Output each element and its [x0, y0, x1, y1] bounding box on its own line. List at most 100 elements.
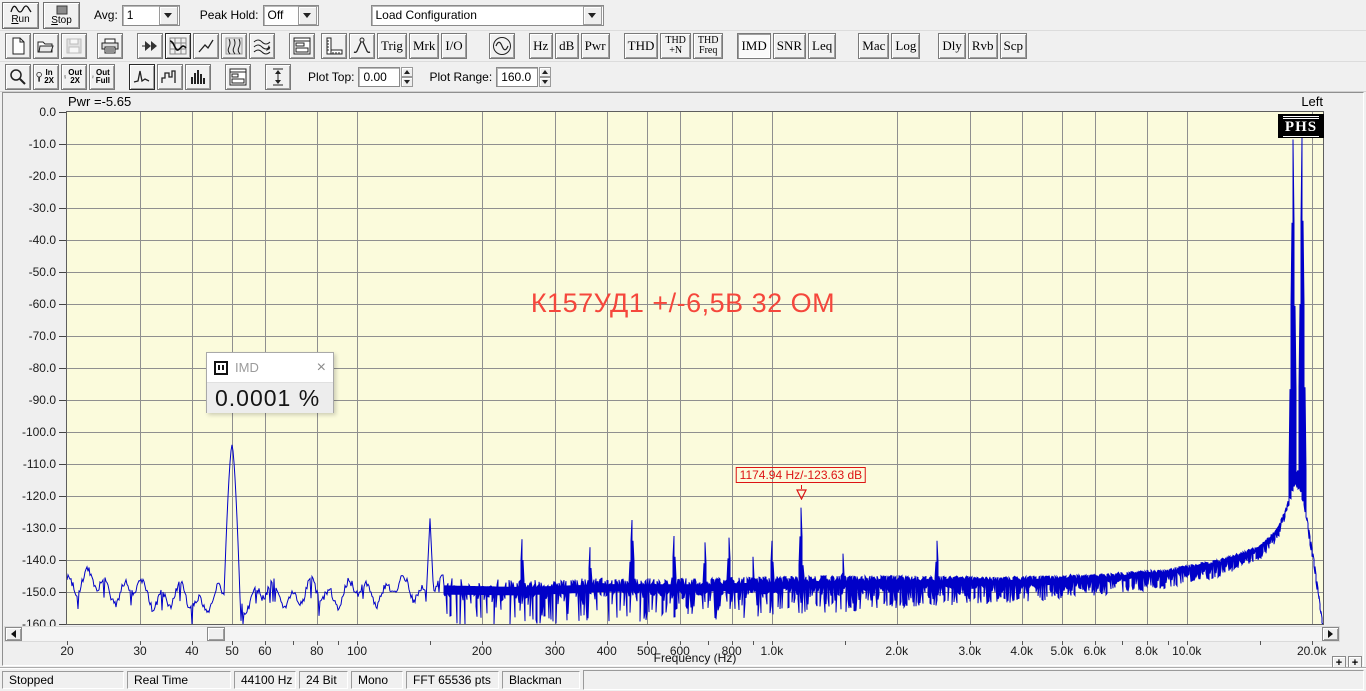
horizontal-scrollbar[interactable] [4, 626, 1340, 642]
zoom-in-2x-button[interactable]: In 2X [33, 64, 59, 90]
open-file-button[interactable] [33, 33, 59, 59]
diagonal-line-icon [197, 37, 215, 55]
db-units-button[interactable]: dB [555, 33, 579, 59]
db-label: dB [559, 38, 574, 54]
autoscale-button[interactable] [265, 64, 291, 90]
scrollbar-thumb[interactable] [207, 627, 225, 641]
analyzer-window: Run Stop Avg: 1 Peak Hold: Off Load Conf… [0, 0, 1366, 691]
zoom-out-2x-button[interactable]: Out 2X [61, 64, 87, 90]
scroll-left-button[interactable] [5, 627, 22, 641]
marker-readout[interactable]: 1174.94 Hz/-123.63 dB [736, 467, 867, 483]
load-configuration-combo[interactable]: Load Configuration [371, 5, 604, 26]
scope-button[interactable]: Scp [1000, 33, 1028, 59]
reverb-button[interactable]: Rvb [968, 33, 998, 59]
thd-n-button[interactable]: THD +N [660, 33, 691, 59]
scroll-right-button[interactable] [1322, 627, 1339, 641]
y-axis-title: dBV rms [0, 318, 1, 368]
pwr-label: Pwr [585, 38, 606, 54]
x-tick-label: 8.0k [1135, 644, 1158, 658]
imd-result-panel[interactable]: IMD × 0.0001 % [206, 352, 334, 413]
imd-button[interactable]: IMD [737, 33, 770, 59]
status-empty [583, 670, 1364, 690]
y-tick-mark [59, 464, 66, 465]
surface-plot-icon [253, 37, 271, 55]
x-axis-title: Frequency (Hz) [654, 651, 737, 665]
calibration-button[interactable] [349, 33, 375, 59]
x-tick-mark [192, 641, 193, 645]
x-minor-tick-mark [293, 641, 294, 645]
spectrogram-view-button[interactable] [221, 33, 247, 59]
time-series-view-button[interactable] [165, 33, 191, 59]
y-tick-label: -130.0 [0, 521, 56, 535]
snr-button[interactable]: SNR [773, 33, 806, 59]
zoom-out-2x-label: Out 2X [66, 69, 84, 85]
x-tick-mark [317, 641, 318, 645]
thd-button[interactable]: THD [624, 33, 659, 59]
plot-options-button[interactable] [225, 64, 251, 90]
plot-range-spinner[interactable] [539, 67, 551, 87]
bar-plot-icon [189, 69, 207, 85]
hz-units-button[interactable]: Hz [529, 33, 553, 59]
x-tick-mark [970, 641, 971, 645]
y-tick-label: -140.0 [0, 553, 56, 567]
dialog-panels-icon [293, 37, 311, 55]
avg-dropdown-icon[interactable] [159, 6, 178, 25]
new-file-button[interactable] [5, 33, 31, 59]
plot-top-label: Plot Top: [308, 70, 354, 84]
vertical-fit-icon [270, 68, 286, 86]
power-button[interactable]: Pwr [581, 33, 610, 59]
line-plot-mode-button[interactable] [129, 64, 155, 90]
y-tick-label: -70.0 [0, 329, 56, 343]
imd-panel-titlebar[interactable]: IMD × [207, 353, 333, 382]
trig-label: Trig [381, 38, 403, 54]
close-icon[interactable]: × [317, 360, 326, 376]
log-button[interactable]: Log [891, 33, 920, 59]
zoom-button[interactable] [5, 64, 31, 90]
save-floppy-icon [66, 38, 82, 54]
status-run-state: Stopped [2, 671, 124, 689]
save-button[interactable] [61, 33, 87, 59]
plot-range-input[interactable]: 160.0 [496, 67, 538, 87]
thd-freq-button[interactable]: THD Freq [693, 33, 724, 59]
hz-label: Hz [533, 38, 548, 54]
peak-hold-dropdown-icon[interactable] [298, 6, 317, 25]
y-tick-mark [59, 368, 66, 369]
x-tick-mark [265, 641, 266, 645]
y-tick-label: -120.0 [0, 489, 56, 503]
y-tick-label: -80.0 [0, 361, 56, 375]
phase-view-button[interactable] [193, 33, 219, 59]
x-tick-label: 30 [133, 644, 146, 658]
y-tick-mark [59, 112, 66, 113]
display-options-button[interactable] [289, 33, 315, 59]
x-tick-mark [897, 641, 898, 645]
plot-top-input[interactable]: 0.00 [358, 67, 400, 87]
plot-top-spinner[interactable] [401, 67, 413, 87]
run-button[interactable]: Run [2, 2, 39, 29]
step-plot-mode-button[interactable] [157, 64, 183, 90]
trigger-button[interactable]: Trig [377, 33, 407, 59]
y-tick-mark [59, 208, 66, 209]
y-tick-label: 0.0 [0, 105, 56, 119]
zoom-out-full-button[interactable]: Out Full [89, 64, 115, 90]
print-button[interactable] [97, 33, 123, 59]
signal-generator-button[interactable] [489, 33, 515, 59]
io-button[interactable]: I/O [441, 33, 466, 59]
avg-label: Avg: [94, 8, 118, 22]
avg-combo[interactable]: 1 [122, 5, 180, 26]
plot-top-value: 0.00 [363, 70, 386, 84]
stop-button[interactable]: Stop [43, 2, 80, 29]
macro-button[interactable]: Mac [858, 33, 889, 59]
bar-plot-mode-button[interactable] [185, 64, 211, 90]
peak-hold-label: Peak Hold: [200, 8, 259, 22]
y-tick-mark [59, 592, 66, 593]
load-configuration-dropdown-icon[interactable] [583, 6, 602, 25]
surface-view-button[interactable] [249, 33, 275, 59]
delay-button[interactable]: Dly [938, 33, 966, 59]
leq-button[interactable]: Leq [808, 33, 836, 59]
post-process-button[interactable] [137, 33, 163, 59]
status-channels: Mono [351, 671, 403, 689]
marker-button[interactable]: Mrk [409, 33, 439, 59]
peak-hold-combo[interactable]: Off [263, 5, 319, 26]
open-folder-icon [37, 39, 55, 53]
scaling-button[interactable] [321, 33, 347, 59]
